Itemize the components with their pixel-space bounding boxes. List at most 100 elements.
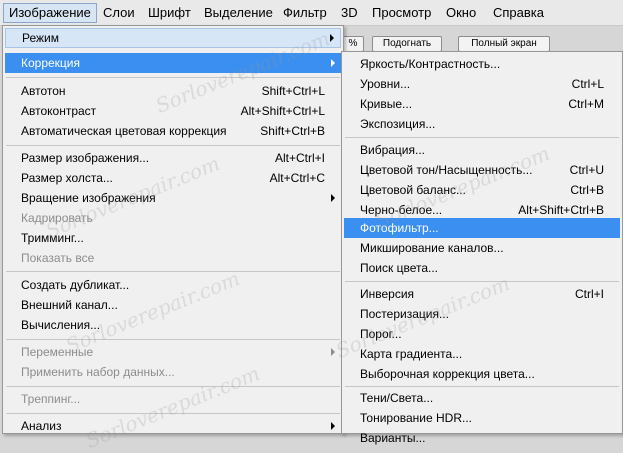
menu-item-label: Фотофильтр...	[360, 221, 439, 235]
menu-bar: Изображение Слои Шрифт Выделение Фильтр …	[0, 0, 623, 26]
image-menu: Режим Коррекция Автотон Shift+Ctrl+L Авт…	[2, 25, 344, 434]
menu-item-hdr-toning[interactable]: Тонирование HDR...	[344, 408, 620, 428]
menu-item-autotone[interactable]: Автотон Shift+Ctrl+L	[5, 81, 341, 101]
menu-item-adjustments[interactable]: Коррекция	[5, 53, 341, 73]
menu-item-label: Вычисления...	[21, 318, 101, 332]
menu-item-label: Черно-белое...	[360, 203, 443, 217]
menu-separator	[6, 271, 340, 272]
menu-item-label: Постеризация...	[360, 307, 449, 321]
menu-separator	[6, 145, 340, 146]
menubar-window[interactable]: Окно	[441, 3, 481, 23]
submenu-arrow-icon	[330, 34, 334, 42]
menu-item-variables[interactable]: Переменные	[5, 342, 341, 362]
submenu-arrow-icon	[331, 59, 335, 67]
submenu-arrow-icon	[331, 194, 335, 202]
menu-item-label: Автоматическая цветовая коррекция	[21, 124, 227, 138]
menu-item-curves[interactable]: Кривые... Ctrl+M	[344, 94, 620, 114]
full-screen-button[interactable]: Полный экран	[458, 36, 550, 52]
menu-item-color-balance[interactable]: Цветовой баланс... Ctrl+B	[344, 180, 620, 200]
menu-item-shortcut: Ctrl+I	[574, 287, 604, 301]
menu-item-analysis[interactable]: Анализ	[5, 416, 341, 436]
menu-item-gradient-map[interactable]: Карта градиента...	[344, 344, 620, 364]
menu-item-channel-mixer[interactable]: Микширование каналов...	[344, 238, 620, 258]
menu-item-apply-image[interactable]: Внешний канал...	[5, 295, 341, 315]
menu-separator	[6, 77, 340, 78]
submenu-arrow-icon	[331, 348, 335, 356]
menu-item-reveal-all[interactable]: Показать все	[5, 248, 341, 268]
menubar-layers[interactable]: Слои	[98, 3, 140, 23]
menu-item-shortcut: Shift+Ctrl+B	[260, 124, 325, 138]
menu-separator	[6, 386, 340, 387]
menu-item-label: Автотон	[21, 84, 66, 98]
menu-item-vibrance[interactable]: Вибрация...	[344, 140, 620, 160]
menu-item-label: Создать дубликат...	[21, 278, 130, 292]
menu-item-label: Цветовой баланс...	[360, 183, 466, 197]
menubar-image[interactable]: Изображение	[3, 3, 97, 23]
menu-item-label: Яркость/Контрастность...	[360, 57, 501, 71]
menu-item-crop[interactable]: Кадрировать	[5, 208, 341, 228]
menu-item-image-size[interactable]: Размер изображения... Alt+Ctrl+I	[5, 148, 341, 168]
submenu-arrow-icon	[331, 422, 335, 430]
menubar-filter[interactable]: Фильтр	[278, 3, 332, 23]
menu-item-black-white[interactable]: Черно-белое... Alt+Shift+Ctrl+B	[344, 200, 620, 220]
menu-item-levels[interactable]: Уровни... Ctrl+L	[344, 74, 620, 94]
menubar-help[interactable]: Справка	[488, 3, 549, 23]
menu-separator	[345, 281, 619, 282]
menu-item-mode[interactable]: Режим	[5, 28, 341, 48]
menu-item-label: Режим	[22, 31, 59, 45]
menu-item-selective-color[interactable]: Выборочная коррекция цвета...	[344, 364, 620, 384]
zoom-percent-button[interactable]: %	[342, 36, 364, 52]
menu-item-label: Переменные	[21, 345, 94, 359]
menu-item-label: Применить набор данных...	[21, 365, 175, 379]
menu-item-shortcut: Ctrl+B	[570, 183, 604, 197]
menu-item-label: Тримминг...	[21, 231, 84, 245]
menu-item-color-lookup[interactable]: Поиск цвета...	[344, 258, 620, 278]
menu-item-label: Кривые...	[360, 97, 413, 111]
menu-item-label: Варианты...	[360, 431, 426, 445]
menu-item-label: Поиск цвета...	[360, 261, 439, 275]
menu-item-invert[interactable]: Инверсия Ctrl+I	[344, 284, 620, 304]
menu-item-shortcut: Alt+Ctrl+C	[269, 171, 325, 185]
menu-separator	[6, 413, 340, 414]
menu-separator	[6, 339, 340, 340]
menu-item-duplicate[interactable]: Создать дубликат...	[5, 275, 341, 295]
menu-item-exposure[interactable]: Экспозиция...	[344, 114, 620, 134]
menu-item-photo-filter[interactable]: Фотофильтр...	[344, 218, 620, 238]
menubar-select[interactable]: Выделение	[199, 3, 278, 23]
menu-separator	[345, 137, 619, 138]
menu-item-calculations[interactable]: Вычисления...	[5, 315, 341, 335]
fit-screen-button[interactable]: Подогнать	[372, 36, 442, 52]
menu-item-label: Цветовой тон/Насыщенность...	[360, 163, 533, 177]
menu-item-autocolor[interactable]: Автоматическая цветовая коррекция Shift+…	[5, 121, 341, 141]
menu-item-label: Размер холста...	[21, 171, 113, 185]
menubar-3d[interactable]: 3D	[336, 3, 363, 23]
menu-item-label: Тени/Света...	[360, 391, 434, 405]
menu-item-label: Размер изображения...	[21, 151, 150, 165]
menubar-type[interactable]: Шрифт	[143, 3, 196, 23]
menu-item-label: Треппинг...	[21, 392, 81, 406]
menu-item-label: Вибрация...	[360, 143, 426, 157]
menu-item-posterize[interactable]: Постеризация...	[344, 304, 620, 324]
menu-item-label: Порог...	[360, 327, 402, 341]
menu-item-trap[interactable]: Треппинг...	[5, 389, 341, 409]
menu-item-label: Кадрировать	[21, 211, 93, 225]
menu-item-label: Экспозиция...	[360, 117, 436, 131]
menu-item-autocontrast[interactable]: Автоконтраст Alt+Shift+Ctrl+L	[5, 101, 341, 121]
menu-item-label: Инверсия	[360, 287, 415, 301]
menu-item-hue-saturation[interactable]: Цветовой тон/Насыщенность... Ctrl+U	[344, 160, 620, 180]
menu-item-shortcut: Ctrl+L	[571, 77, 604, 91]
menu-item-variations[interactable]: Варианты...	[344, 428, 620, 448]
menu-item-label: Выборочная коррекция цвета...	[360, 367, 535, 381]
menu-item-canvas-size[interactable]: Размер холста... Alt+Ctrl+C	[5, 168, 341, 188]
menu-item-shortcut: Ctrl+U	[569, 163, 604, 177]
menubar-view[interactable]: Просмотр	[367, 3, 436, 23]
menu-item-shadows-highlights[interactable]: Тени/Света...	[344, 388, 620, 408]
menu-item-shortcut: Ctrl+M	[568, 97, 604, 111]
menu-item-shortcut: Shift+Ctrl+L	[261, 84, 325, 98]
menu-item-brightness-contrast[interactable]: Яркость/Контрастность...	[344, 54, 620, 74]
adjustments-submenu: Яркость/Контрастность... Уровни... Ctrl+…	[341, 51, 623, 445]
menu-item-apply-data-set[interactable]: Применить набор данных...	[5, 362, 341, 382]
menu-item-trim[interactable]: Тримминг...	[5, 228, 341, 248]
menu-item-threshold[interactable]: Порог...	[344, 324, 620, 344]
menu-item-image-rotation[interactable]: Вращение изображения	[5, 188, 341, 208]
